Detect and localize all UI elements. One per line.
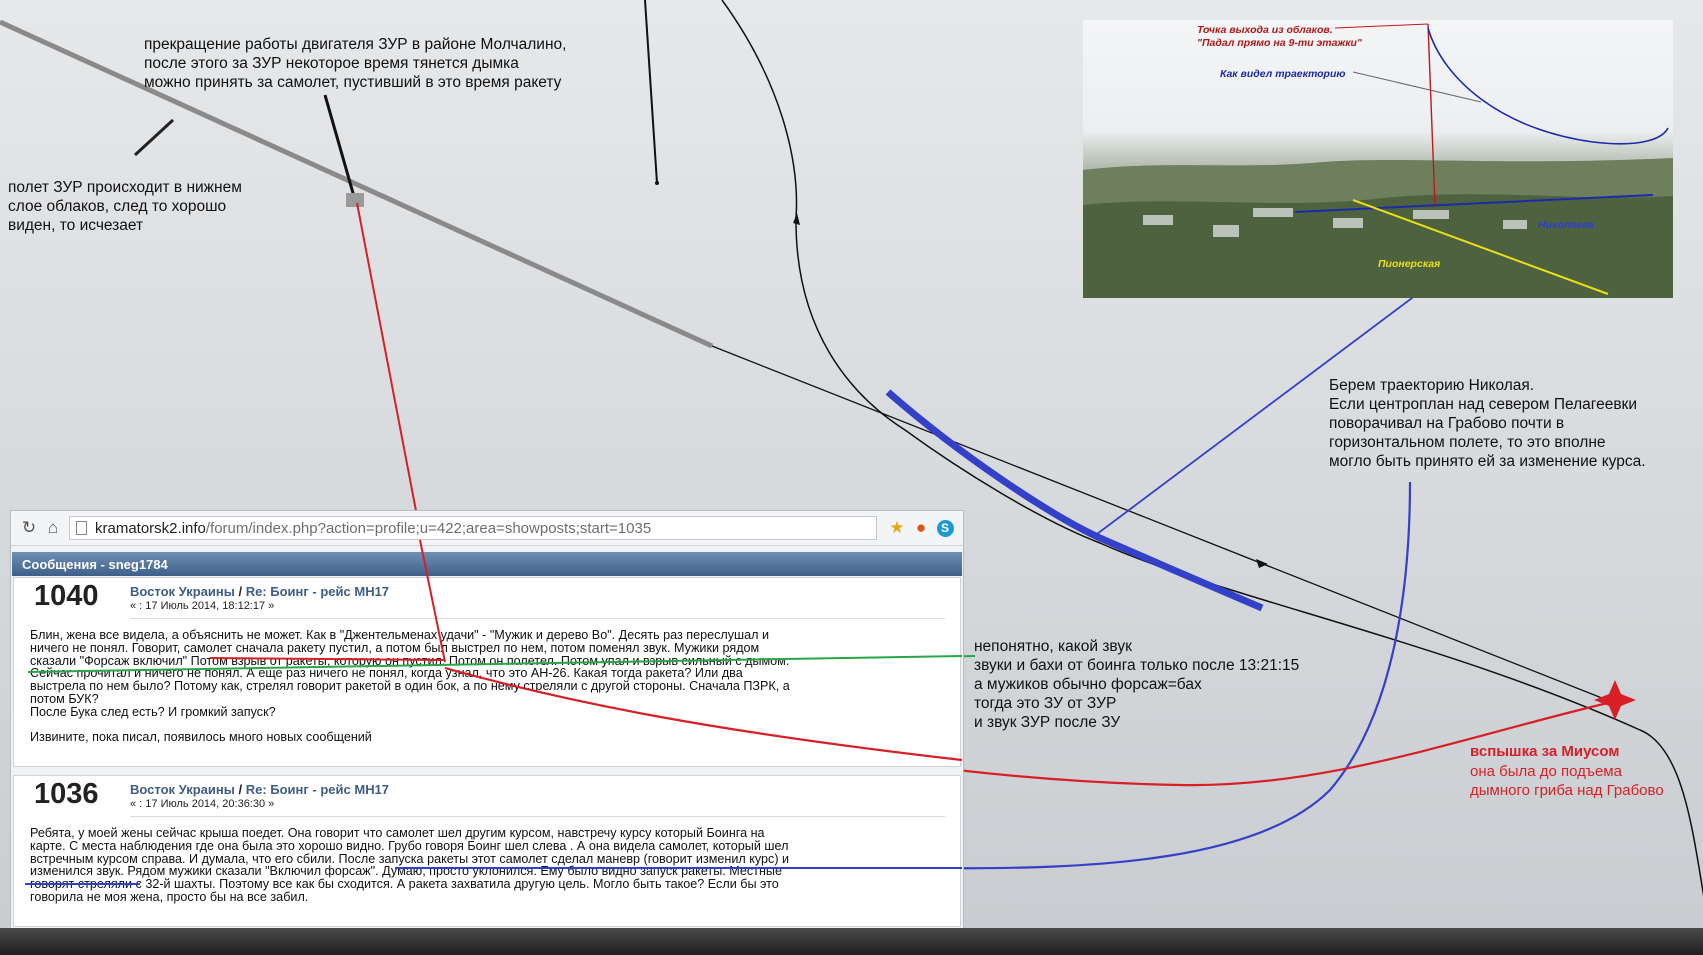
pointer-sam-flight	[133, 118, 175, 157]
forum-post: 1040 Восток Украины / Re: Боинг - рейс М…	[13, 577, 961, 767]
annotation-sam-flight: полет ЗУР происходит в нижнем слое облак…	[8, 179, 242, 234]
browser-toolbar: ↻ ⌂ kramatorsk2.info/forum/index.php?act…	[11, 511, 963, 546]
post-breadcrumb: Восток Украины / Re: Боинг - рейс МН17	[130, 584, 390, 599]
annotation-flash-rest: она была до подъема дымного гриба над Гр…	[1470, 763, 1664, 799]
extension-icon[interactable]: ●	[909, 516, 933, 540]
browser-window: ↻ ⌂ kramatorsk2.info/forum/index.php?act…	[10, 510, 964, 934]
bottom-strip	[0, 928, 1703, 955]
photo-scene	[1083, 23, 1673, 298]
forum-post: 1036 Восток Украины / Re: Боинг - рейс М…	[13, 775, 961, 927]
annotation-sound: непонятно, какой звук звуки и бахи от бо…	[974, 638, 1300, 731]
photo-nikolaeva-label: Николаева	[1538, 219, 1594, 231]
post-body: Ребята, у моей жены сейчас крыша поедет.…	[30, 826, 790, 904]
engine-cutoff-marker	[346, 193, 364, 207]
page-icon	[76, 521, 87, 535]
post-body: Блин, жена все видела, а объяснить не мо…	[30, 628, 790, 745]
black-arrow-1	[793, 213, 800, 225]
pointer-engine-cutoff	[323, 94, 357, 201]
forum-header: Сообщения - sneg1784	[12, 552, 962, 576]
address-bar[interactable]: kramatorsk2.info/forum/index.php?action=…	[69, 516, 877, 540]
annotation-engine-cutoff: прекращение работы двигателя ЗУР в район…	[144, 36, 567, 91]
post-date: « : 17 Июль 2014, 20:36:30 »	[130, 798, 275, 810]
post-date: « : 17 Июль 2014, 18:12:17 »	[130, 600, 275, 612]
home-icon[interactable]: ⌂	[41, 516, 65, 540]
photo-exit-caption: Точка выхода из облаков. "Падал прямо на…	[1197, 24, 1362, 49]
post-number: 1040	[34, 580, 99, 612]
black-line-dot	[655, 181, 659, 185]
post-number: 1036	[34, 778, 99, 810]
url-host: kramatorsk2.info	[95, 519, 206, 537]
photo-pionerskaya-label: Пионерская	[1378, 258, 1441, 270]
post-board-link[interactable]: Восток Украины	[130, 584, 235, 599]
photo-trajectory-caption: Как видел траекторию	[1220, 68, 1346, 80]
star-icon[interactable]: ★	[885, 516, 909, 540]
reload-icon[interactable]: ↻	[17, 516, 41, 540]
post-breadcrumb: Восток Украины / Re: Боинг - рейс МН17	[130, 782, 390, 797]
annotation-flash-bold: вспышка за Миусом	[1470, 743, 1620, 760]
eyewitness-photo: Точка выхода из облаков. "Падал прямо на…	[1083, 20, 1673, 298]
post-topic-link[interactable]: Re: Боинг - рейс МН17	[246, 782, 389, 797]
black-arrow-2	[1256, 559, 1268, 568]
url-path: /forum/index.php?action=profile;u=422;ar…	[205, 519, 652, 537]
black-line-top	[644, 0, 658, 184]
annotation-nikolai-trajectory: Берем траекторию Николая. Если центропла…	[1329, 377, 1646, 470]
post-board-link[interactable]: Восток Украины	[130, 782, 235, 797]
skype-icon[interactable]: S	[933, 516, 957, 540]
post-topic-link[interactable]: Re: Боинг - рейс МН17	[246, 584, 389, 599]
